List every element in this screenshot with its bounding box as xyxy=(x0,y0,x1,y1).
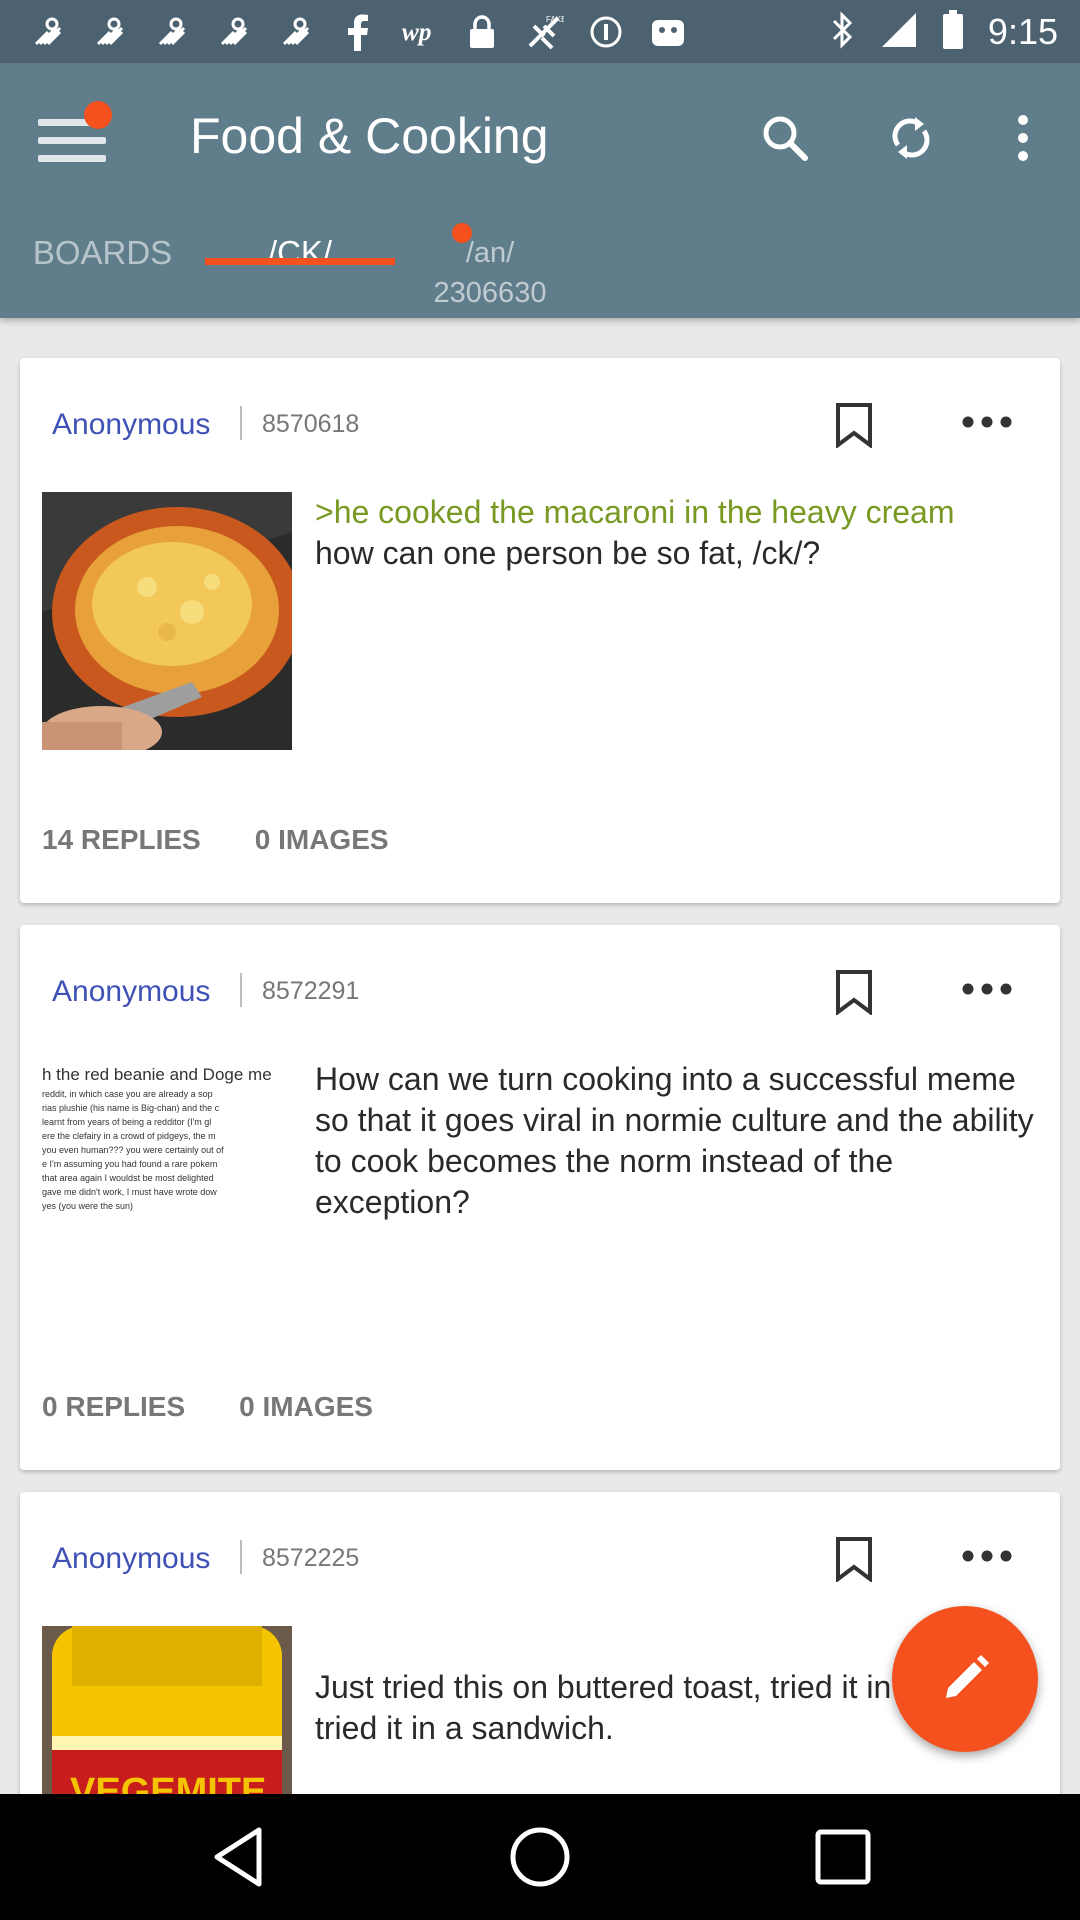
svg-text:FAKE: FAKE xyxy=(546,15,564,24)
tab-ck[interactable]: /CK/ xyxy=(205,163,395,269)
text-screenshot-image: h the red beanie and Doge me reddit, in … xyxy=(42,1059,292,1213)
divider xyxy=(240,1540,242,1574)
notification-icons: wp FAKE xyxy=(28,12,688,52)
refresh-icon xyxy=(892,117,930,159)
tab-label: BOARDS xyxy=(32,234,173,271)
android-icon xyxy=(648,12,688,52)
thread-stats: 0 REPLIES 0 IMAGES xyxy=(42,1391,373,1423)
post-body: >he cooked the macaroni in the heavy cre… xyxy=(315,492,1035,574)
home-icon[interactable] xyxy=(505,1822,575,1892)
more-options-button[interactable] xyxy=(988,103,1058,173)
thumb-line: gave me didn't work, I must have wrote d… xyxy=(42,1187,217,1197)
tab-indicator xyxy=(205,258,395,265)
navigation-bar xyxy=(0,1794,1080,1920)
thread-thumbnail[interactable]: h the red beanie and Doge me reddit, in … xyxy=(42,1059,292,1317)
post-body: How can we turn cooking into a successfu… xyxy=(315,1059,1035,1223)
post-number: 8572225 xyxy=(262,1544,360,1572)
app-icon xyxy=(152,12,192,52)
post-number: 8572291 xyxy=(262,977,360,1005)
app-icon xyxy=(276,12,316,52)
image-count: 0 IMAGES xyxy=(254,824,389,855)
washington-post-icon: wp xyxy=(400,12,440,52)
system-status: 9:15 xyxy=(830,8,1058,56)
post-text: how can one person be so fat, /ck/? xyxy=(315,535,821,571)
no-signal-icon: FAKE xyxy=(524,12,564,52)
post-author: Anonymous xyxy=(52,975,211,1008)
thumb-line: learnt from years of being a redditor (I… xyxy=(42,1117,212,1127)
search-icon xyxy=(763,116,808,161)
bookmark-icon[interactable] xyxy=(834,969,874,1015)
thumb-line: ere the clefairy in a crowd of pidgeys, … xyxy=(42,1131,216,1141)
thread-stats: 14 REPLIES 0 IMAGES xyxy=(42,824,389,856)
menu-icon-bar xyxy=(38,155,106,162)
svg-text:wp: wp xyxy=(402,17,432,46)
pencil-icon xyxy=(946,1655,989,1698)
post-author: Anonymous xyxy=(52,1542,211,1575)
new-thread-button[interactable] xyxy=(892,1606,1038,1752)
facebook-icon xyxy=(338,12,378,52)
thumb-line: yes (you were the sun) xyxy=(42,1201,134,1211)
reply-count: 0 REPLIES xyxy=(42,1391,186,1422)
tab-label: /CK/ xyxy=(267,234,333,271)
info-circle-icon xyxy=(586,12,626,52)
more-horiz-icon[interactable] xyxy=(960,410,1014,434)
menu-icon-bar xyxy=(38,137,106,144)
tab-notification-dot xyxy=(452,223,472,243)
divider xyxy=(240,406,242,440)
thumb-line: rias plushie (his name is Big-chan) and … xyxy=(42,1103,220,1113)
battery-icon xyxy=(942,9,964,55)
thread-card[interactable]: Anonymous 8570618 >he cooked the macaron… xyxy=(20,358,1060,903)
tab-an[interactable]: /an/ 2306630 xyxy=(395,163,585,309)
app-bar: Food & Cooking BOARDS /CK/ /an/ 2306630 xyxy=(0,63,1080,318)
signal-icon xyxy=(880,11,918,54)
clock: 9:15 xyxy=(987,11,1058,52)
tab-sublabel: 2306630 xyxy=(433,277,547,309)
divider xyxy=(240,973,242,1007)
macaroni-pan-image xyxy=(42,492,292,750)
post-author: Anonymous xyxy=(52,408,211,441)
app-icon xyxy=(214,12,254,52)
thread-card[interactable]: Anonymous 8572291 h the red beanie and D… xyxy=(20,925,1060,1470)
lock-icon xyxy=(462,12,502,52)
thumb-line: that area again I wouldst be most deligh… xyxy=(42,1173,214,1183)
recents-icon[interactable] xyxy=(808,1822,878,1892)
more-horiz-icon[interactable] xyxy=(960,977,1014,1001)
more-vert-icon xyxy=(1018,115,1028,161)
reply-count: 14 REPLIES xyxy=(42,824,201,855)
thumb-line: reddit, in which case you are already a … xyxy=(42,1089,213,1099)
refresh-button[interactable] xyxy=(876,103,946,173)
thread-thumbnail[interactable]: VEGEMITE xyxy=(42,1626,292,1822)
bookmark-icon[interactable] xyxy=(834,402,874,448)
thumb-line: h the red beanie and Doge me xyxy=(42,1065,272,1084)
app-icon xyxy=(90,12,130,52)
app-icon xyxy=(28,12,68,52)
more-horiz-icon[interactable] xyxy=(960,1544,1014,1568)
notification-dot xyxy=(84,101,112,129)
vegemite-jar-image: VEGEMITE xyxy=(42,1626,292,1822)
post-text: How can we turn cooking into a successfu… xyxy=(315,1061,1034,1220)
back-icon[interactable] xyxy=(203,1822,273,1892)
thumb-line: e I'm assuming you had found a rare poke… xyxy=(42,1159,218,1169)
thread-thumbnail[interactable] xyxy=(42,492,292,750)
post-greentext: >he cooked the macaroni in the heavy cre… xyxy=(315,494,955,530)
tab-boards[interactable]: BOARDS xyxy=(0,163,205,269)
page-title: Food & Cooking xyxy=(190,108,549,164)
tab-label: /an/ xyxy=(465,237,515,269)
bookmark-icon[interactable] xyxy=(834,1536,874,1582)
image-count: 0 IMAGES xyxy=(239,1391,373,1422)
thumb-line: you even human??? you were certainly out… xyxy=(42,1145,224,1155)
bluetooth-icon xyxy=(830,10,856,54)
post-number: 8570618 xyxy=(262,410,360,438)
status-bar: wp FAKE 9:15 xyxy=(0,0,1080,63)
search-button[interactable] xyxy=(750,103,820,173)
